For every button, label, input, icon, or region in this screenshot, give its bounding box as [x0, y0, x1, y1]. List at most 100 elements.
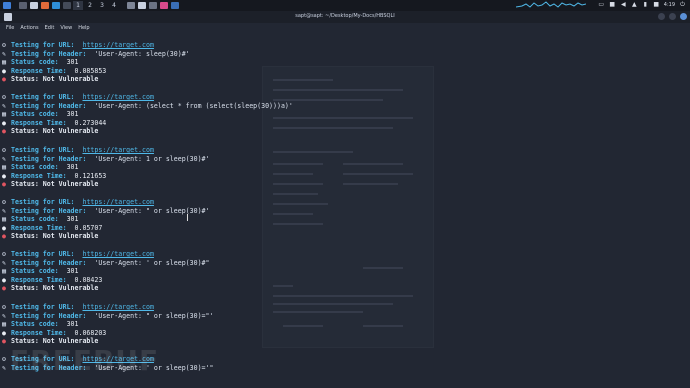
menu-file[interactable]: File: [6, 25, 14, 31]
status-code-icon: ▦: [2, 320, 6, 329]
result-status-icon: ●: [2, 232, 6, 241]
status-code-value: 301: [58, 163, 79, 172]
task-app-2-icon[interactable]: [171, 2, 179, 9]
response-time-value: 0.068203: [66, 328, 107, 337]
output-line: ▦ Status code: 301: [2, 163, 79, 171]
workspace-1[interactable]: 1: [73, 1, 83, 10]
response-time-label: Response Time:: [11, 66, 67, 75]
power-icon[interactable]: ⏻: [679, 1, 686, 8]
response-time-label: Response Time:: [11, 223, 67, 232]
url-label: Testing for URL:: [11, 146, 75, 154]
result-label: Status:: [11, 232, 39, 241]
menu-view[interactable]: View: [60, 25, 72, 31]
target-url-link[interactable]: https://target.com: [82, 93, 153, 101]
output-line: ● Response Time: 0.08423: [2, 276, 102, 284]
output-line: ▦ Status code: 301: [2, 58, 79, 66]
info-icon: ⚙: [2, 198, 6, 206]
text-editor-icon[interactable]: [41, 2, 49, 9]
header-label: Testing for Header:: [11, 101, 87, 110]
result-label: Status:: [11, 284, 39, 293]
terminal-output[interactable]: ⚙ Testing for URL: https://target.com ✎ Tes…: [0, 41, 690, 388]
file-manager-icon[interactable]: [30, 2, 38, 9]
output-line: ● Response Time: 0.121653: [2, 172, 106, 180]
target-url-link[interactable]: https://target.com: [82, 146, 153, 154]
result-label: Status:: [11, 180, 39, 189]
result-label: Status:: [11, 75, 39, 84]
display-icon[interactable]: ▭: [598, 1, 605, 8]
output-line: ▦ Status code: 301: [2, 215, 79, 223]
notification-bell-icon[interactable]: ▲: [631, 1, 638, 8]
status-code-icon: ▦: [2, 215, 6, 224]
info-icon: ⚙: [2, 303, 6, 311]
browser-icon[interactable]: [52, 2, 60, 9]
result-verdict: Not Vulnerable: [38, 180, 99, 189]
response-time-label: Response Time:: [11, 118, 67, 127]
camera-icon[interactable]: ■: [609, 1, 616, 8]
target-url-link[interactable]: https://target.com: [82, 198, 153, 206]
status-code-icon: ▦: [2, 58, 6, 67]
mouse-cursor: [187, 214, 191, 221]
close-button[interactable]: [680, 13, 687, 20]
task-terminal-icon[interactable]: [127, 2, 135, 9]
header-value: 'User-Agent: (select * from (select(slee…: [86, 101, 293, 110]
pencil-icon: ✎: [2, 206, 6, 215]
output-line: ● Response Time: 0.05707: [2, 224, 102, 232]
response-time-value: 0.273044: [66, 118, 107, 127]
clock[interactable]: 4:19: [664, 2, 675, 8]
status-code-icon: ▦: [2, 163, 6, 172]
clock-icon: ●: [2, 66, 6, 75]
maximize-button[interactable]: [669, 13, 676, 20]
header-value: 'User-Agent: " or sleep(30)#': [86, 206, 210, 215]
minimize-button[interactable]: [658, 13, 665, 20]
output-line: ⚙ Testing for URL: https://target.com: [2, 146, 154, 154]
pencil-icon: ✎: [2, 154, 6, 163]
show-desktop-icon[interactable]: [19, 2, 27, 9]
output-line: ✎ Testing for Header: 'User-Agent: 1 or s…: [2, 155, 210, 163]
result-status-icon: ●: [2, 75, 6, 84]
menu-actions[interactable]: Actions: [20, 25, 38, 31]
task-window-2-icon[interactable]: [149, 2, 157, 9]
volume-icon[interactable]: ◀: [620, 1, 627, 8]
menu-help[interactable]: Help: [78, 25, 89, 31]
menubar: File Actions Edit View Help: [0, 23, 690, 33]
clock-icon: ●: [2, 171, 6, 180]
output-line: ● Status: Not Vulnerable: [2, 180, 98, 188]
task-window-icon[interactable]: [138, 2, 146, 9]
task-app-icon[interactable]: [160, 2, 168, 9]
result-verdict: Not Vulnerable: [38, 232, 99, 241]
response-time-value: 0.121653: [66, 171, 107, 180]
response-time-value: 0.085853: [66, 66, 107, 75]
pencil-icon: ✎: [2, 49, 6, 58]
workspace-4[interactable]: 4: [109, 1, 119, 10]
header-label: Testing for Header:: [11, 258, 87, 267]
status-code-label: Status code:: [11, 320, 59, 329]
pencil-icon: ✎: [2, 311, 6, 320]
workspace-2[interactable]: 2: [85, 1, 95, 10]
header-label: Testing for Header:: [11, 49, 87, 58]
status-code-value: 301: [58, 320, 79, 329]
output-line: ● Status: Not Vulnerable: [2, 75, 98, 83]
target-url-link[interactable]: https://target.com: [82, 250, 153, 258]
terminal-launcher-icon[interactable]: [63, 2, 71, 9]
url-label: Testing for URL:: [11, 198, 75, 206]
header-value: 'User-Agent: sleep(30)#': [86, 49, 190, 58]
status-code-label: Status code:: [11, 110, 59, 119]
target-url-link[interactable]: https://target.com: [82, 303, 153, 311]
watermark: FREEBUF: [10, 344, 160, 377]
result-verdict: Not Vulnerable: [38, 75, 99, 84]
result-status-icon: ●: [2, 127, 6, 136]
battery-icon[interactable]: ▮: [642, 1, 649, 8]
menu-edit[interactable]: Edit: [45, 25, 55, 31]
lock-icon[interactable]: ■: [653, 1, 660, 8]
output-line: ● Status: Not Vulnerable: [2, 232, 98, 240]
status-code-label: Status code:: [11, 163, 59, 172]
target-url-link[interactable]: https://target.com: [82, 41, 153, 49]
status-code-label: Status code:: [11, 58, 59, 67]
output-line: ⚙ Testing for URL: https://target.com: [2, 41, 154, 49]
info-icon: ⚙: [2, 250, 6, 258]
result-label: Status:: [11, 127, 39, 136]
app-menu-icon[interactable]: [3, 2, 11, 9]
result-status-icon: ●: [2, 284, 6, 293]
header-label: Testing for Header:: [11, 311, 87, 320]
workspace-3[interactable]: 3: [97, 1, 107, 10]
